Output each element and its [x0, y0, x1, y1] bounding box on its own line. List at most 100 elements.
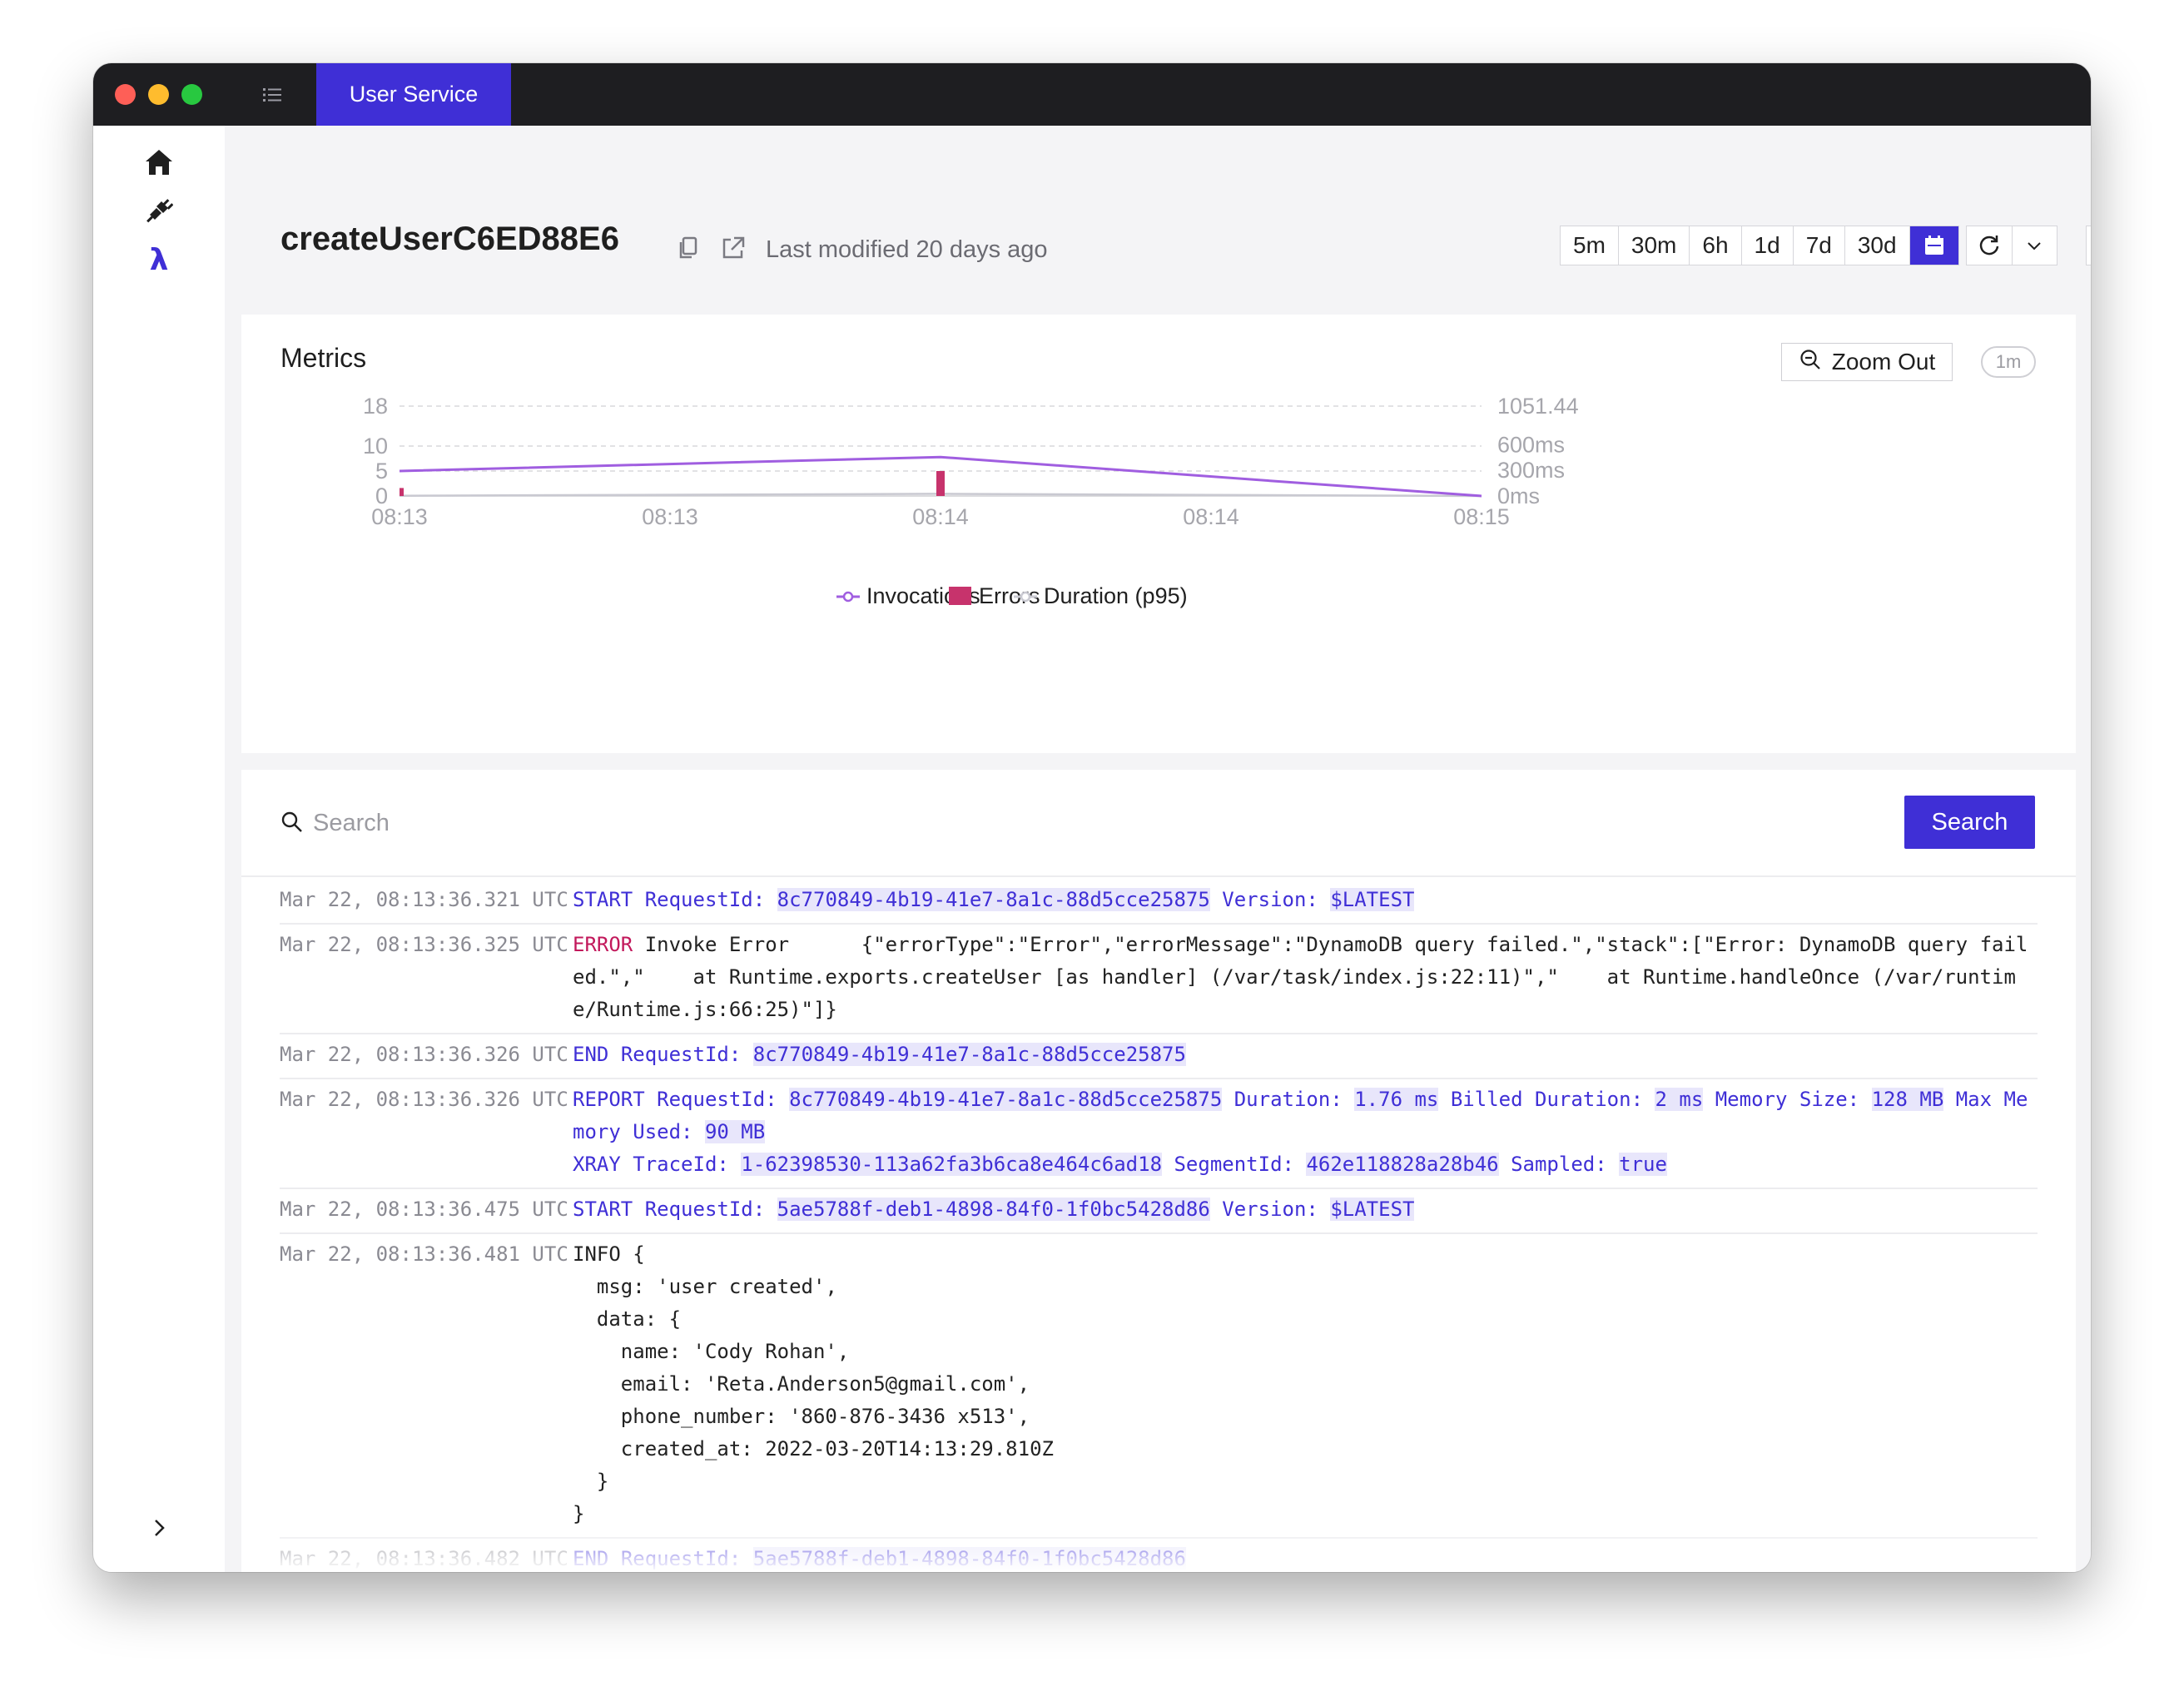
y2-tick-label: 1051.44 — [1497, 394, 1579, 419]
errors-bar — [400, 488, 404, 496]
search-input[interactable] — [311, 803, 1646, 843]
refresh-icon[interactable] — [1967, 226, 2013, 265]
log-key: Duration: — [1233, 1088, 1343, 1111]
errors-bar — [936, 471, 945, 496]
log-value: 8c770849-4b19-41e7-8a1c-88d5cce25875 — [777, 888, 1210, 911]
home-icon[interactable] — [142, 146, 176, 179]
log-list: Mar 22, 08:13:36.321 UTC START RequestId:… — [280, 880, 2038, 1572]
copy-icon[interactable] — [674, 234, 702, 262]
function-name: createUserC6ED88E6 — [280, 221, 619, 257]
metrics-card: 0 5 10 18 0ms 300ms 600ms 1051.44 08:13 08:13 08:1… — [241, 315, 2076, 753]
search-button[interactable]: Search — [1904, 796, 2035, 849]
minimize-window-button[interactable] — [148, 84, 169, 105]
legend-errors-marker — [949, 587, 971, 605]
y2-tick-label: 300ms — [1497, 458, 1565, 483]
log-value: 1-62398530-113a62fa3b6ca8e464c6ad18 — [741, 1153, 1163, 1176]
range-30m-button[interactable]: 30m — [1619, 226, 1690, 265]
log-message: END RequestId: 8c770849-4b19-41e7-8a1c-8… — [573, 1039, 2038, 1071]
log-timestamp: Mar 22, 08:13:36.326 UTC — [280, 1088, 568, 1111]
log-value: 462e118828a28b46 — [1306, 1153, 1499, 1176]
x-tick-label: 08:14 — [1183, 504, 1239, 529]
range-6h-button[interactable]: 6h — [1690, 226, 1742, 265]
log-key: Sampled: — [1511, 1153, 1607, 1176]
log-value: $LATEST — [1330, 1198, 1415, 1221]
log-entry[interactable]: Mar 22, 08:13:36.475 UTC START RequestId:… — [280, 1189, 2038, 1234]
log-key: START — [573, 888, 633, 911]
log-timestamp: Mar 22, 08:13:36.326 UTC — [280, 1043, 568, 1066]
log-value: true — [1619, 1153, 1667, 1176]
maximize-window-button[interactable] — [181, 84, 202, 105]
log-key: RequestId: — [644, 1198, 766, 1221]
interval-badge[interactable]: 1m — [1981, 346, 2036, 378]
app-window: User Service λ createUserC6ED88E6 Last m… — [93, 63, 2091, 1572]
external-link-icon[interactable] — [719, 234, 747, 262]
service-tab[interactable]: User Service — [316, 63, 511, 126]
zoom-out-button[interactable]: Zoom Out — [1781, 343, 1953, 381]
y-tick-label: 5 — [375, 459, 388, 484]
search-icon — [280, 810, 305, 835]
log-entry[interactable]: Mar 22, 08:13:36.481 UTC INFO { msg: 'use… — [280, 1234, 2038, 1539]
log-value: 90 MB — [704, 1120, 766, 1143]
close-window-button[interactable] — [115, 84, 136, 105]
log-timestamp: Mar 22, 08:13:36.481 UTC — [280, 1242, 568, 1266]
log-message: ERROR Invoke Error {"errorType":"Error",… — [573, 929, 2038, 1026]
log-key: END — [573, 1043, 609, 1066]
x-tick-label: 08:15 — [1453, 504, 1510, 529]
log-timestamp: Mar 22, 08:13:36.325 UTC — [280, 933, 568, 956]
log-key: RequestId: — [657, 1088, 777, 1111]
scroll-fade — [241, 1535, 2076, 1572]
legend-duration-marker-dot — [1020, 591, 1031, 603]
log-value: 5ae5788f-deb1-4898-84f0-1f0bc5428d86 — [777, 1198, 1210, 1221]
main-content: createUserC6ED88E6 Last modified 20 days… — [225, 126, 2091, 1572]
x-tick-label: 08:14 — [912, 504, 969, 529]
gear-icon[interactable] — [2086, 226, 2091, 265]
plug-icon[interactable] — [142, 194, 176, 227]
log-entry[interactable]: Mar 22, 08:13:36.325 UTC ERROR Invoke Err… — [280, 925, 2038, 1034]
log-key: XRAY TraceId: — [573, 1153, 729, 1176]
legend-duration-label: Duration (p95) — [1044, 583, 1188, 608]
range-1d-button[interactable]: 1d — [1742, 226, 1794, 265]
x-tick-label: 08:13 — [371, 504, 428, 529]
range-30d-button[interactable]: 30d — [1845, 226, 1910, 265]
logs-card: Search Mar 22, 08:13:36.321 UTCSTART Req… — [241, 770, 2076, 1572]
log-key: START — [573, 1198, 633, 1221]
log-timestamp: Mar 22, 08:13:36.475 UTC — [280, 1198, 568, 1221]
time-range-selector: 5m 30m 6h 1d 7d 30d — [1560, 226, 1959, 265]
log-entry[interactable]: Mar 22, 08:13:36.321 UTC START RequestId:… — [280, 880, 2038, 925]
log-entry[interactable]: Mar 22, 08:13:36.326 UTC REPORT RequestId… — [280, 1079, 2038, 1189]
sidebar: λ — [93, 126, 225, 1572]
log-message: REPORT RequestId: 8c770849-4b19-41e7-8a1… — [573, 1084, 2038, 1181]
log-value: 8c770849-4b19-41e7-8a1c-88d5cce25875 — [789, 1088, 1223, 1111]
chevron-right-icon[interactable] — [142, 1511, 176, 1545]
lambda-icon[interactable]: λ — [142, 243, 176, 277]
list-icon[interactable] — [260, 82, 285, 107]
range-7d-button[interactable]: 7d — [1794, 226, 1845, 265]
log-value: 1.76 ms — [1354, 1088, 1439, 1111]
zoom-out-label: Zoom Out — [1831, 349, 1936, 374]
range-5m-button[interactable]: 5m — [1561, 226, 1619, 265]
refresh-control — [1966, 226, 2057, 265]
log-value: 128 MB — [1871, 1088, 1944, 1111]
calendar-icon[interactable] — [1909, 226, 1958, 265]
log-key: Memory Size: — [1715, 1088, 1860, 1111]
log-key: RequestId: — [644, 888, 766, 911]
log-value: $LATEST — [1330, 888, 1415, 911]
log-entry[interactable]: Mar 22, 08:13:36.326 UTC END RequestId: 8… — [280, 1034, 2038, 1079]
log-key: REPORT — [573, 1088, 645, 1111]
chevron-down-icon[interactable] — [2013, 226, 2057, 265]
